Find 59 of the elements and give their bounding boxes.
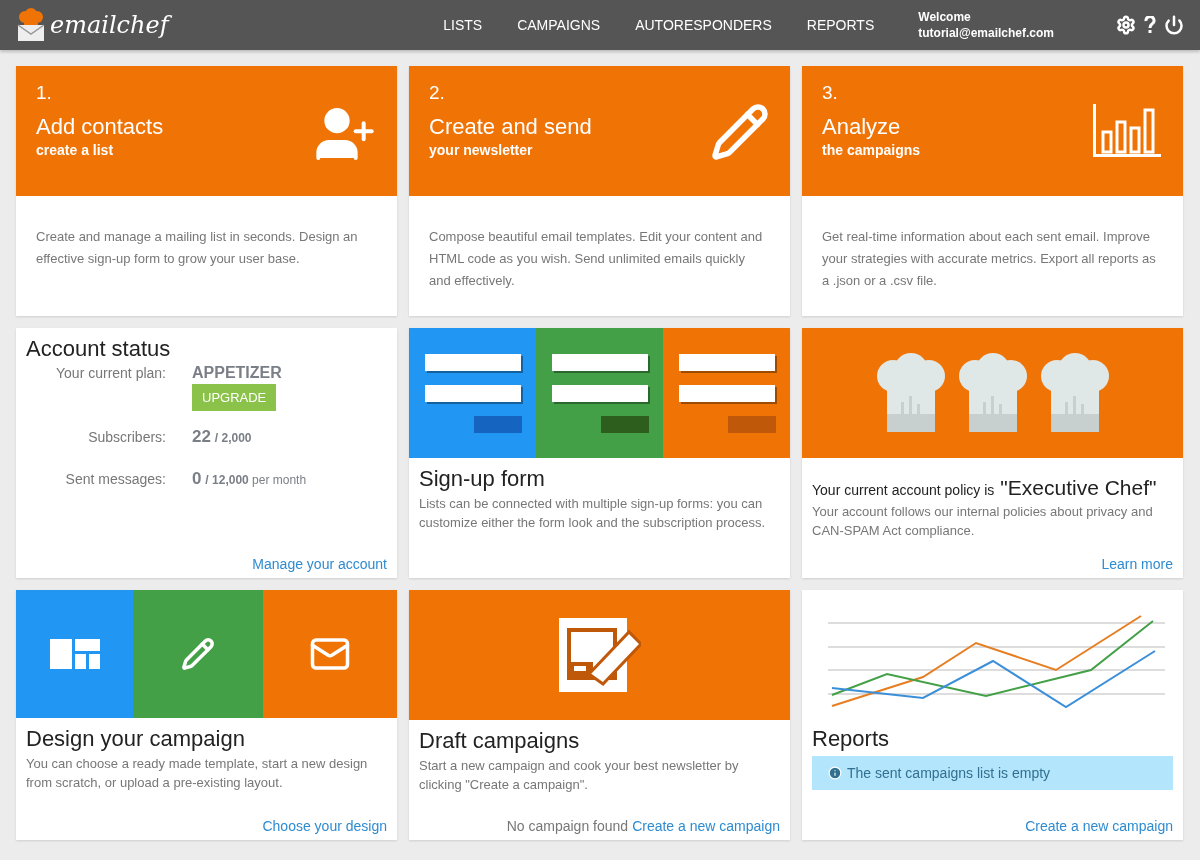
card-description: Start a new campaign and cook your best newsletter by clicking "Create a campaign".: [419, 757, 740, 794]
empty-note: No campaign found: [506, 818, 629, 834]
bar-chart-icon: [1091, 102, 1163, 158]
card-description: Your account follows our internal policies about privacy and CAN-SPAM Act compliance.: [812, 503, 1154, 540]
card-title: Draft campaigns: [419, 728, 581, 754]
step-description: Compose beautiful email templates. Edit your content and HTML code as you wish. Send unlimited emails quickly and effectively.: [428, 228, 764, 290]
power-icon[interactable]: [1164, 15, 1184, 35]
info-icon: [828, 766, 842, 780]
step-description: Create and manage a mailing list in seconds. Design an effective sign-up form to grow your user base.: [35, 228, 359, 268]
pencil-icon: [181, 637, 215, 671]
logo-icon: [16, 8, 46, 42]
step-title: Add contacts: [36, 114, 164, 140]
card-description: You can choose a ready made template, start a new design from scratch, or upload a pre-existing layout.: [26, 755, 369, 792]
template-tile[interactable]: [16, 590, 133, 718]
chef-hat-icon: [874, 352, 947, 434]
upgrade-button[interactable]: UPGRADE: [192, 384, 277, 411]
chef-hat-icon: [956, 352, 1029, 434]
stat-value: 22 / 2,000: [192, 427, 253, 447]
step-subtitle: create a list: [36, 142, 115, 158]
editor-tile[interactable]: [133, 590, 263, 718]
step-number: 2.: [429, 82, 446, 104]
step-subtitle: the campaigns: [822, 142, 921, 158]
nav-link[interactable]: AUTORESPONDERS: [635, 17, 772, 33]
help-icon[interactable]: [1144, 16, 1156, 34]
upload-tile[interactable]: [263, 590, 397, 718]
card-title: Account status: [26, 336, 172, 362]
step-title: Create and send: [429, 114, 592, 140]
chef-hat-icon: [1038, 352, 1111, 434]
settings-icon[interactable]: [1116, 15, 1136, 35]
nav-link[interactable]: REPORTS: [806, 17, 875, 33]
stat-label: Subscribers:: [87, 429, 166, 445]
pencil-icon: [710, 102, 770, 162]
stat-label: Sent messages:: [64, 471, 166, 487]
create-campaign-link[interactable]: Create a new campaign: [1025, 818, 1173, 834]
card-title: Reports: [812, 726, 891, 752]
card-description: Lists can be connected with multiple sign-up forms: you can customize either the form look and the subscription process.: [419, 495, 767, 532]
choose-design-link[interactable]: Choose your design: [262, 818, 387, 834]
nav-link[interactable]: CAMPAIGNS: [517, 17, 601, 33]
policy-lead: Your current account policy is: [812, 482, 995, 498]
alert-text: The sent campaigns list is empty: [847, 765, 1051, 781]
card-title: Design your campaign: [26, 726, 246, 752]
layout-icon: [49, 639, 100, 669]
policy-name: "Executive Chef": [1000, 476, 1157, 499]
create-campaign-link[interactable]: Create a new campaign: [632, 818, 780, 834]
stat-value: 0 / 12,000 per month: [192, 469, 308, 489]
plan-label: Your current plan:: [55, 365, 166, 381]
step-number: 3.: [822, 82, 839, 104]
edit-document-icon: [558, 618, 641, 692]
nav-link[interactable]: LISTS: [443, 17, 483, 33]
step-number: 1.: [36, 82, 53, 104]
step-description: Get real-time information about each sent email. Improve your strategies with accurate metrics. Export all reports as a .json or a .csv file.: [821, 228, 1157, 290]
welcome-label: Welcome: [918, 9, 972, 25]
step-subtitle: your newsletter: [429, 142, 534, 158]
card-title: Sign-up form: [419, 466, 546, 492]
manage-account-link[interactable]: Manage your account: [252, 556, 387, 572]
user-email: tutorial@emailchef.com: [918, 25, 1054, 41]
step-title: Analyze: [822, 114, 902, 140]
learn-more-link[interactable]: Learn more: [1101, 556, 1173, 572]
plan-name: APPETIZER: [192, 364, 283, 382]
